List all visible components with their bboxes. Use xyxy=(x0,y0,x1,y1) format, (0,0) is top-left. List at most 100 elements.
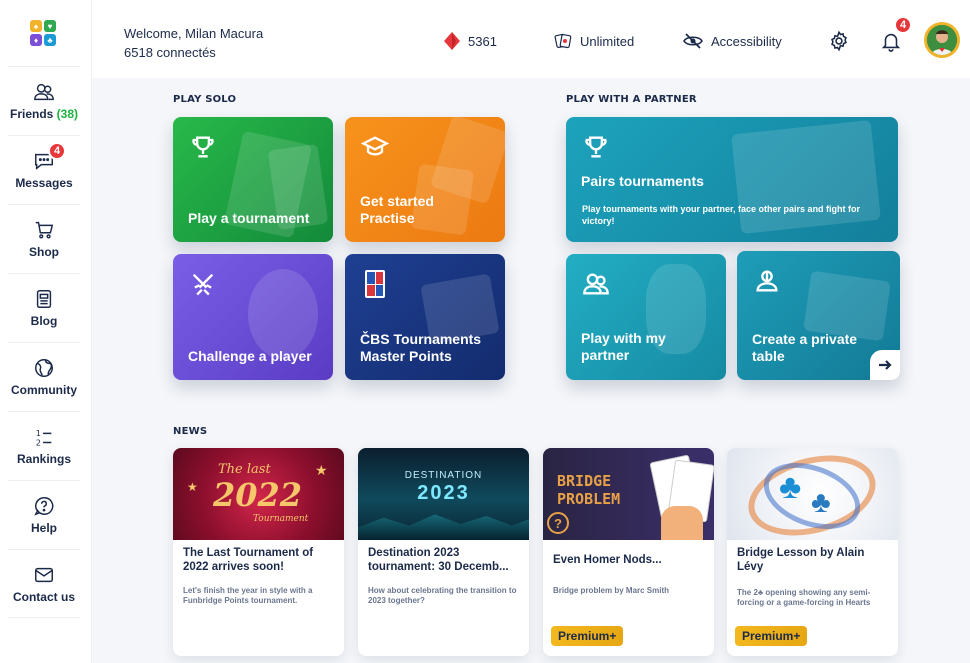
sidebar-item-contact[interactable]: Contact us xyxy=(8,549,80,618)
svg-text:2: 2 xyxy=(36,437,41,447)
friends-icon xyxy=(583,273,609,295)
sidebar-item-label: Shop xyxy=(29,245,59,259)
news-title: Destination 2023 tournament: 30 Decemb..… xyxy=(368,547,509,573)
news-title: Even Homer Nods... xyxy=(553,554,662,566)
accessibility-label: Accessibility xyxy=(711,33,782,49)
card-description: Play tournaments with your partner, face… xyxy=(582,204,861,226)
user-avatar[interactable] xyxy=(924,22,960,58)
card-title: ČBS Tournaments Master Points xyxy=(360,331,482,364)
sidebar-item-blog[interactable]: Blog xyxy=(8,273,80,342)
sidebar-item-help[interactable]: Help xyxy=(8,480,80,549)
app-logo[interactable]: ♠ ♥ ♦ ♣ xyxy=(30,20,56,46)
sidebar-item-rankings[interactable]: 12 Rankings xyxy=(8,411,80,480)
arrow-right-button[interactable] xyxy=(870,350,900,380)
sidebar-item-community[interactable]: Community xyxy=(8,342,80,411)
friends-icon xyxy=(34,83,54,101)
trophy-icon xyxy=(192,136,214,158)
news-card[interactable]: BRIDGE PROBLEM ? Even Homer Nods... Brid… xyxy=(543,448,714,656)
sidebar-item-label: Messages xyxy=(15,176,73,190)
news-image: DESTINATION 2023 xyxy=(358,448,529,540)
news-card[interactable]: DESTINATION 2023 Destination 2023 tourna… xyxy=(358,448,529,656)
news-title: Bridge Lesson by Alain Lévy xyxy=(737,547,865,573)
sidebar: ♠ ♥ ♦ ♣ Friends (38) 4 Messages Shop Blo… xyxy=(0,0,92,663)
news-image-year: 2023 xyxy=(417,482,470,504)
play-with-partner-card[interactable]: Play with my partner xyxy=(566,254,726,380)
create-private-table-card[interactable]: Create a private table xyxy=(737,251,900,380)
blog-icon xyxy=(36,290,52,308)
notifications-button[interactable]: 4 xyxy=(880,16,912,52)
rankings-icon: 12 xyxy=(36,428,52,447)
card-title: Create a private table xyxy=(752,331,858,364)
premium-badge: Premium+ xyxy=(735,626,808,646)
swords-icon xyxy=(192,273,214,296)
play-tournament-card[interactable]: Play a tournament xyxy=(173,117,333,242)
star-icon: ★ xyxy=(315,462,328,478)
unlimited-label: Unlimited xyxy=(580,33,635,49)
graduation-cap-icon xyxy=(361,136,389,156)
news-description: The 2♣ opening showing any semi-forcing … xyxy=(737,588,871,607)
play-with-partner-heading: PLAY WITH A PARTNER xyxy=(566,94,697,105)
connected-count: 6518 connectés xyxy=(124,45,216,60)
premium-badge: Premium+ xyxy=(551,626,624,646)
sidebar-item-label: Contact us xyxy=(12,589,75,604)
diamonds-count: 5361 xyxy=(468,33,497,49)
practise-card[interactable]: Get started Practise xyxy=(345,117,505,242)
diamonds-balance[interactable]: 5361 xyxy=(444,32,497,50)
diamond-icon xyxy=(444,32,460,50)
sidebar-item-shop[interactable]: Shop xyxy=(8,204,80,273)
welcome-text: Welcome, Milan Macura xyxy=(124,26,264,41)
card-title: Challenge a player xyxy=(188,348,312,364)
cbs-tournaments-card[interactable]: ČBS Tournaments Master Points xyxy=(345,254,505,380)
sidebar-item-messages[interactable]: 4 Messages xyxy=(8,135,80,204)
messages-badge: 4 xyxy=(48,142,66,160)
cbs-logo-icon xyxy=(365,270,385,298)
news-description: Let's finish the year in style with a Fu… xyxy=(183,586,313,605)
news-image-text: BRIDGE xyxy=(557,472,612,490)
club-icon: ♣ xyxy=(811,486,831,519)
news-title: The Last Tournament of 2022 arrives soon… xyxy=(183,547,314,573)
news-description: How about celebrating the transition to … xyxy=(368,586,517,605)
news-image-year: 2022 xyxy=(213,476,303,514)
news-description: Bridge problem by Marc Smith xyxy=(553,586,670,595)
friends-count: (38) xyxy=(56,107,79,121)
unlimited-subscription[interactable]: Unlimited xyxy=(554,32,634,50)
challenge-player-card[interactable]: Challenge a player xyxy=(173,254,333,380)
eye-off-icon xyxy=(683,33,703,49)
help-icon xyxy=(34,497,54,516)
card-title: Play a tournament xyxy=(188,210,310,226)
cards-icon xyxy=(554,33,572,49)
news-image: The last 2022 Tournament ★ ★ xyxy=(173,448,344,540)
top-header: Welcome, Milan Macura 6518 connectés 536… xyxy=(92,0,970,78)
gear-icon xyxy=(831,30,847,52)
trophy-icon xyxy=(585,136,607,158)
card-title: Pairs tournaments xyxy=(581,173,704,189)
news-card[interactable]: The last 2022 Tournament ★ ★ The Last To… xyxy=(173,448,344,656)
sidebar-item-friends[interactable]: Friends (38) xyxy=(8,66,80,135)
card-title: Get started Practise xyxy=(360,193,434,226)
sidebar-item-label: Community xyxy=(11,383,77,397)
notifications-badge: 4 xyxy=(894,16,912,34)
private-user-icon xyxy=(756,270,778,292)
star-icon: ★ xyxy=(187,480,198,494)
sidebar-item-label: Help xyxy=(30,521,57,535)
news-image-text: DESTINATION xyxy=(404,470,483,481)
mail-icon xyxy=(35,567,53,582)
settings-button[interactable] xyxy=(828,30,850,52)
accessibility-toggle[interactable]: Accessibility xyxy=(683,32,782,50)
news-card[interactable]: ♣ ♣ Bridge Lesson by Alain Lévy The 2♣ o… xyxy=(727,448,898,656)
club-icon: ♣ xyxy=(779,468,802,506)
pairs-tournaments-card[interactable]: Pairs tournaments Play tournaments with … xyxy=(566,117,898,242)
arrow-right-icon xyxy=(879,360,892,370)
news-image-subtext: Tournament xyxy=(253,514,309,524)
news-heading: NEWS xyxy=(173,426,208,437)
sidebar-item-label: Friends (38) xyxy=(9,107,79,121)
cart-icon xyxy=(35,221,54,239)
news-image-text: The last xyxy=(218,462,271,477)
news-image-year: PROBLEM xyxy=(557,490,621,508)
sidebar-item-label: Blog xyxy=(30,314,58,328)
news-image: BRIDGE PROBLEM ? xyxy=(543,448,714,540)
sidebar-nav: Friends (38) 4 Messages Shop Blog Commun… xyxy=(8,66,80,618)
play-solo-heading: PLAY SOLO xyxy=(173,94,237,105)
sidebar-item-label: Rankings xyxy=(16,452,71,466)
question-badge: ? xyxy=(547,512,569,534)
